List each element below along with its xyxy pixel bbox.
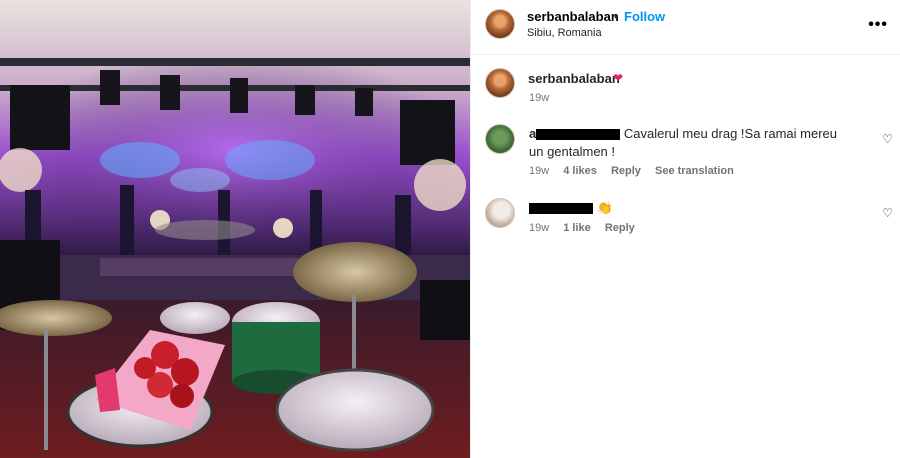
post-side-panel: serbanbalaban • Follow Sibiu, Romania ••… (470, 0, 900, 458)
follow-button[interactable]: Follow (624, 9, 665, 24)
comment-like-icon[interactable]: ♡ (882, 132, 893, 146)
more-options-icon[interactable]: ••• (868, 16, 888, 34)
comment-reply-button[interactable]: Reply (605, 222, 635, 234)
caption-block: serbanbalaban ❤ 19w (471, 68, 900, 108)
clap-emoji-icon: 👏 (596, 200, 613, 215)
comment-age: 19w (529, 165, 550, 177)
stage-drumkit-image (0, 0, 470, 458)
post-header: serbanbalaban • Follow Sibiu, Romania ••… (471, 0, 900, 55)
caption-avatar[interactable] (485, 68, 515, 98)
caption-meta: 19w (529, 92, 560, 104)
redaction-bar (536, 129, 621, 141)
commenter-avatar[interactable] (485, 124, 515, 154)
comment-reply-button[interactable]: Reply (611, 165, 641, 177)
see-translation-button[interactable]: See translation (655, 165, 734, 177)
author-avatar[interactable] (485, 9, 515, 39)
commenter-username[interactable]: a (529, 126, 536, 141)
caption-username[interactable]: serbanbalaban (528, 71, 620, 86)
commenter-avatar[interactable] (485, 198, 515, 228)
comment-like-icon[interactable]: ♡ (882, 206, 893, 220)
comment-item: a Cavalerul meu drag !Sa ramai mereu un … (471, 124, 900, 184)
post-photo[interactable] (0, 0, 470, 458)
heart-emoji-icon: ❤ (613, 71, 624, 85)
comment-likes-link[interactable]: 4 likes (563, 165, 597, 177)
comment-meta: 19w 1 like Reply (529, 222, 646, 234)
post-location[interactable]: Sibiu, Romania (527, 27, 602, 39)
caption-age: 19w (529, 92, 550, 104)
comment-meta: 19w 4 likes Reply See translation (529, 165, 745, 177)
separator-dot: • (614, 9, 619, 24)
comment-body: 👏 (529, 199, 849, 217)
comment-age: 19w (529, 222, 550, 234)
comment-body: a Cavalerul meu drag !Sa ramai mereu un … (529, 125, 849, 161)
author-username[interactable]: serbanbalaban (527, 9, 619, 24)
comment-item: 👏 ♡ 19w 1 like Reply (471, 198, 900, 243)
redaction-bar (529, 203, 593, 215)
comment-likes-link[interactable]: 1 like (563, 222, 591, 234)
